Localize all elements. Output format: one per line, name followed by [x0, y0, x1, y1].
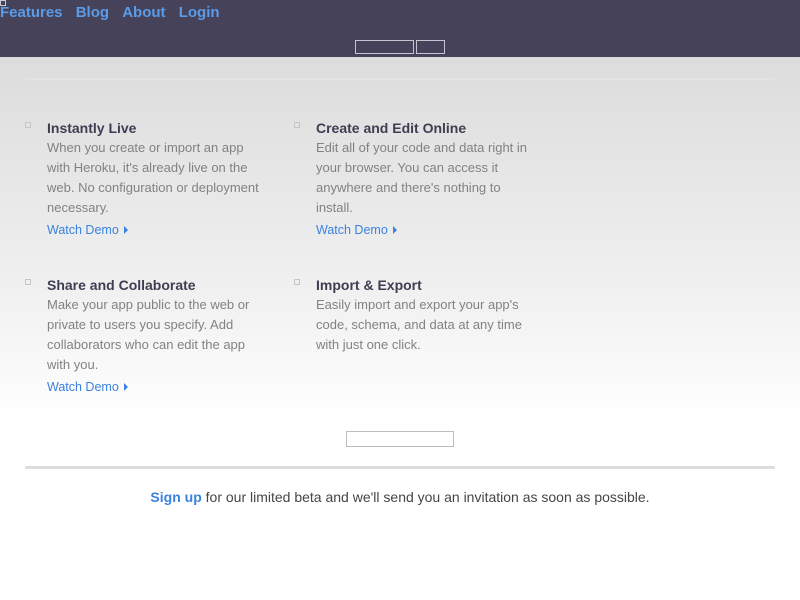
nav-item-login: Login — [179, 4, 220, 21]
nav-link-about[interactable]: About — [122, 4, 165, 21]
watch-demo-label: Watch Demo — [47, 223, 119, 237]
watch-demo-link[interactable]: Watch Demo — [47, 221, 128, 239]
signup-button[interactable] — [346, 431, 454, 447]
feature-description: Edit all of your code and data right in … — [316, 140, 528, 215]
signup-message: Sign up for our limited beta and we'll s… — [0, 489, 800, 505]
feature-title: Instantly Live — [47, 120, 137, 136]
nav-link-blog[interactable]: Blog — [76, 4, 109, 21]
signup-link[interactable]: Sign up — [150, 489, 201, 505]
watch-demo-link[interactable]: Watch Demo — [47, 378, 128, 396]
main-nav: Features Blog About Login — [0, 4, 229, 21]
square-bullet-icon — [294, 279, 300, 285]
site-header: Features Blog About Login — [0, 0, 800, 57]
nav-item-about: About — [122, 4, 165, 21]
watch-demo-label: Watch Demo — [47, 380, 119, 394]
feature-instantly-live: Instantly Live When you create or import… — [25, 118, 262, 239]
watch-demo-label: Watch Demo — [316, 223, 388, 237]
square-bullet-icon — [25, 279, 31, 285]
header-button-secondary[interactable] — [416, 40, 445, 54]
play-arrow-icon — [123, 383, 128, 391]
feature-description: Easily import and export your app's code… — [316, 297, 522, 352]
signup-text: for our limited beta and we'll send you … — [201, 489, 650, 505]
feature-description: When you create or import an app with He… — [47, 140, 259, 215]
feature-title: Share and Collaborate — [47, 277, 196, 293]
watch-demo-link[interactable]: Watch Demo — [316, 221, 397, 239]
feature-description: Make your app public to the web or priva… — [47, 297, 250, 372]
nav-link-login[interactable]: Login — [179, 4, 220, 21]
top-divider — [25, 78, 775, 80]
play-arrow-icon — [392, 226, 397, 234]
header-button-primary[interactable] — [355, 40, 414, 54]
play-arrow-icon — [123, 226, 128, 234]
square-bullet-icon — [294, 122, 300, 128]
feature-import-export: Import & Export Easily import and export… — [294, 275, 531, 355]
feature-create-edit-online: Create and Edit Online Edit all of your … — [294, 118, 531, 239]
square-bullet-icon — [25, 122, 31, 128]
feature-title: Create and Edit Online — [316, 120, 467, 136]
nav-link-features[interactable]: Features — [0, 4, 63, 21]
bottom-divider — [25, 466, 775, 469]
feature-share-collaborate: Share and Collaborate Make your app publ… — [25, 275, 262, 396]
nav-item-features: Features — [0, 4, 63, 21]
nav-item-blog: Blog — [76, 4, 109, 21]
feature-title: Import & Export — [316, 277, 422, 293]
main-content: Instantly Live When you create or import… — [0, 57, 800, 600]
